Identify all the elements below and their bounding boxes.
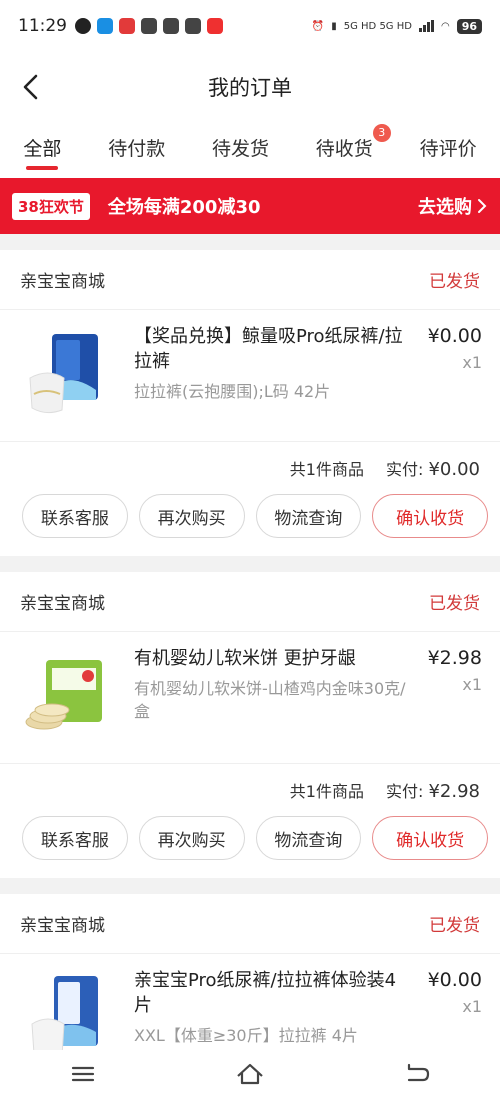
item-info: 【奖品兑换】鲸量吸Pro纸尿裤/拉拉裤 拉拉裤(云抱腰围);L码 42片 [134,324,412,441]
paid-amount: 实付: ¥0.00 [386,456,480,480]
vibrate-icon: ▮ [331,20,337,32]
promo-cta-label: 去选购 [418,197,472,218]
tab-pending-review[interactable]: 待评价 [416,134,481,161]
wifi-icon: ◠ [440,20,450,32]
tab-label: 待付款 [108,138,166,160]
item-spec: 有机婴幼儿软米饼-山楂鸡内金味30克/盒 [134,679,406,721]
promo-banner[interactable]: 38狂欢节 全场每满200减30 去选购 [0,178,500,234]
order-header: 亲宝宝商城 已发货 [0,572,500,632]
tab-label: 待收货 [315,138,373,160]
promo-cta[interactable]: 去选购 [418,193,488,219]
system-indicators: ⏰ ▮ 5G HD 5G HD ◠ 96 [311,18,482,34]
notification-icons [75,18,223,34]
message-icon [75,18,91,34]
menu-icon[interactable] [63,1059,103,1089]
chevron-right-icon [478,199,487,213]
item-count: 共1件商品 [289,460,364,479]
item-name: 【奖品兑换】鲸量吸Pro纸尿裤/拉拉裤 [134,326,403,372]
order-actions: 联系客服 再次购买 物流查询 确认收货 [0,816,500,878]
tab-label: 全部 [23,138,62,160]
shop-name[interactable]: 亲宝宝商城 [20,911,105,936]
buy-again-button[interactable]: 再次购买 [138,816,245,860]
promo-text: 全场每满200减30 [107,197,261,218]
order-item[interactable]: 【奖品兑换】鲸量吸Pro纸尿裤/拉拉裤 拉拉裤(云抱腰围);L码 42片 ¥0.… [0,310,500,442]
order-status: 已发货 [429,272,480,292]
shop-name[interactable]: 亲宝宝商城 [20,589,105,614]
item-info: 有机婴幼儿软米饼 更护牙龈 有机婴幼儿软米饼-山楂鸡内金味30克/盒 [134,646,412,763]
order-summary: 共1件商品 实付: ¥0.00 [0,442,500,494]
item-price-column: ¥0.00 x1 [412,324,482,441]
network-label: 5G HD 5G HD [343,20,412,32]
order-status: 已发货 [429,594,480,614]
home-icon[interactable] [230,1059,270,1089]
tab-label: 待评价 [419,138,477,160]
product-image [18,646,118,746]
order-card: 亲宝宝商城 已发货 【奖品兑换】鲸量吸Pro纸尿裤/拉拉裤 拉拉裤(云抱腰围);… [0,250,500,556]
contact-service-button[interactable]: 联系客服 [22,494,128,538]
buy-again-button[interactable]: 再次购买 [138,494,245,538]
confirm-receipt-button[interactable]: 确认收货 [372,816,488,860]
app-icon [185,18,201,34]
active-tab-indicator [26,166,59,170]
tab-pending-receipt[interactable]: 待收货 3 [312,124,391,161]
back-icon[interactable] [397,1059,437,1089]
item-name: 有机婴幼儿软米饼 更护牙龈 [134,648,356,669]
item-price-column: ¥2.98 x1 [412,646,482,763]
order-header: 亲宝宝商城 已发货 [0,894,500,954]
item-spec: XXL【体重≥30斤】拉拉裤 4片 [134,1026,358,1045]
tab-all[interactable]: 全部 [19,134,65,170]
paid-amount: 实付: ¥2.98 [386,778,480,802]
tab-badge: 3 [372,124,391,142]
paid-label: 实付: [385,460,424,479]
system-nav-bar [0,1050,500,1097]
order-header: 亲宝宝商城 已发货 [0,250,500,310]
order-card: 亲宝宝商城 已发货 有机婴幼儿软米饼 更护牙龈 有机婴幼儿软米饼-山楂鸡内金味3… [0,572,500,878]
product-image [18,324,118,424]
item-quantity: x1 [462,675,482,694]
shop-name[interactable]: 亲宝宝商城 [20,267,105,292]
page-title: 我的订单 [208,76,292,100]
order-item[interactable]: 有机婴幼儿软米饼 更护牙龈 有机婴幼儿软米饼-山楂鸡内金味30克/盒 ¥2.98… [0,632,500,764]
order-list: 亲宝宝商城 已发货 【奖品兑换】鲸量吸Pro纸尿裤/拉拉裤 拉拉裤(云抱腰围);… [0,250,500,1097]
app-icon [97,18,113,34]
order-status: 已发货 [429,916,480,936]
item-price: ¥0.00 [427,325,482,347]
app-icon [119,18,135,34]
app-icon [207,18,223,34]
tab-pending-payment[interactable]: 待付款 [104,134,169,161]
chevron-left-icon[interactable] [18,72,48,102]
tab-pending-shipment[interactable]: 待发货 [208,134,273,161]
order-tabs: 全部 待付款 待发货 待收货 3 待评价 [0,122,500,178]
paid-label: 实付: [385,782,424,801]
alarm-icon: ⏰ [311,20,325,32]
order-actions: 联系客服 再次购买 物流查询 确认收货 [0,494,500,556]
paid-value: ¥2.98 [428,781,480,802]
item-price: ¥2.98 [427,647,482,669]
item-price: ¥0.00 [427,969,482,991]
item-count: 共1件商品 [289,782,364,801]
confirm-receipt-button[interactable]: 确认收货 [372,494,488,538]
status-bar: 11:29 ⏰ ▮ 5G HD 5G HD ◠ 96 [0,0,500,52]
item-quantity: x1 [462,353,482,372]
battery-indicator: 96 [456,18,482,34]
app-icon [141,18,157,34]
track-shipment-button[interactable]: 物流查询 [255,494,362,538]
paid-value: ¥0.00 [428,459,480,480]
page-header: 我的订单 [0,52,500,122]
app-icon [163,18,179,34]
item-name: 亲宝宝Pro纸尿裤/拉拉裤体验装4片 [134,970,397,1016]
promo-tag: 38狂欢节 [12,192,90,220]
order-summary: 共1件商品 实付: ¥2.98 [0,764,500,816]
item-quantity: x1 [462,997,482,1016]
item-spec: 拉拉裤(云抱腰围);L码 42片 [134,382,331,401]
track-shipment-button[interactable]: 物流查询 [255,816,362,860]
status-time: 11:29 [18,16,67,36]
contact-service-button[interactable]: 联系客服 [22,816,128,860]
tab-label: 待发货 [211,138,269,160]
signal-icon [418,20,434,32]
